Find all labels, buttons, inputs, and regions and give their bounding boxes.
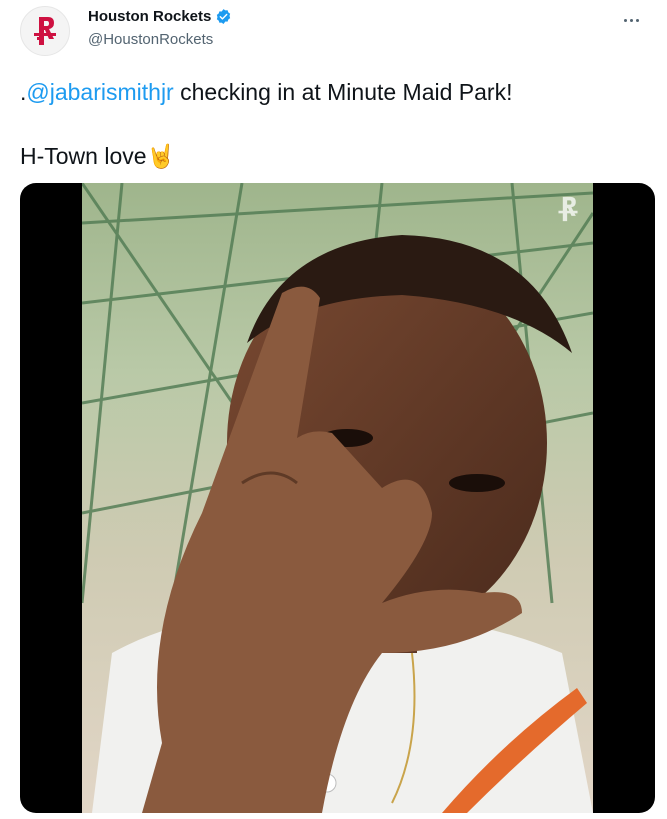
more-options-button[interactable] — [617, 6, 645, 34]
tweet-text-line-1: .@jabarismithjr checking in at Minute Ma… — [20, 78, 513, 106]
more-dot-icon — [623, 18, 627, 22]
rockets-logo-icon — [34, 17, 56, 45]
author-name-row: Houston Rockets — [88, 8, 232, 25]
video-frame[interactable] — [82, 183, 593, 813]
avatar[interactable] — [20, 6, 70, 56]
display-name[interactable]: Houston Rockets — [88, 8, 211, 25]
more-dot-icon — [629, 18, 633, 22]
video-thumbnail — [82, 183, 593, 813]
author-handle[interactable]: @HoustonRockets — [88, 31, 213, 48]
rock-on-emoji: 🤘 — [146, 143, 176, 169]
tweet: Houston Rockets @HoustonRockets .@jabari… — [0, 0, 667, 819]
more-dot-icon — [635, 18, 639, 22]
rockets-watermark-icon — [558, 196, 578, 222]
video-player[interactable] — [20, 183, 655, 813]
verified-badge-icon — [217, 9, 231, 24]
mention-link[interactable]: @jabarismithjr — [26, 79, 173, 105]
tweet-text-second: H-Town love — [20, 143, 147, 169]
tweet-text-line-2: H-Town love🤘 — [20, 142, 175, 170]
tweet-text: checking in at Minute Maid Park! — [173, 79, 513, 105]
